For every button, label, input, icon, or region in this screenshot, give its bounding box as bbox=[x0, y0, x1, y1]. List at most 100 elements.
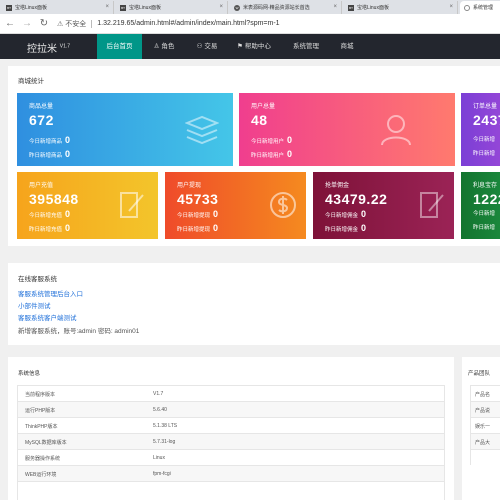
card-yesterday: 昨日新增商品 0 bbox=[29, 149, 71, 159]
browser-tab-title: 宝塔Linux面板 bbox=[357, 5, 389, 11]
team-panel: 产品团队 产品名 产品说 娱乐一 产品大 bbox=[462, 357, 500, 500]
card-value: 2437 bbox=[473, 112, 500, 128]
people-icon: ⚇ bbox=[196, 43, 203, 50]
browser-tab[interactable]: W 米表源码网-精品资源站长首选 × bbox=[230, 1, 342, 14]
sysinfo-table: 当前程序版本 V1.7 运行PHP版本 5.6.40 ThinkPHP版本 5.1.3… bbox=[17, 385, 445, 500]
row-key: 服务器操作系统 bbox=[25, 456, 61, 462]
layers-icon bbox=[185, 115, 219, 145]
divider bbox=[91, 19, 93, 28]
panel-title: 在线客服系统 bbox=[18, 276, 57, 283]
table-row: 产品名 bbox=[471, 386, 500, 402]
table-row: 运行PHP版本 5.6.40 bbox=[18, 402, 444, 418]
stat-card-orders[interactable]: 订单总量 2437 今日新增 昨日新增 bbox=[461, 93, 500, 166]
browser-tab-title: 宝塔Linux面板 bbox=[15, 5, 47, 11]
table-row: WEB运行环境 fpm-fcgi bbox=[18, 466, 444, 482]
card-today: 今日新增提现 0 bbox=[177, 209, 219, 219]
close-icon[interactable]: × bbox=[219, 4, 223, 10]
forward-arrow-icon[interactable]: → bbox=[20, 18, 34, 29]
row-value: Linux bbox=[153, 455, 165, 461]
table-row: ThinkPHP版本 5.1.38 LTS bbox=[18, 418, 444, 434]
nav-label: 后台首页 bbox=[106, 43, 133, 50]
client-test-link[interactable]: 客服系统客户端测试 bbox=[18, 312, 77, 322]
row-key: ThinkPHP版本 bbox=[25, 424, 58, 430]
card-value: 45733 bbox=[177, 191, 219, 207]
row-key: 当前程序版本 bbox=[25, 392, 56, 398]
table-row: MySQL数据库版本 5.7.31-log bbox=[18, 434, 444, 450]
sysinfo-panel: 系统信息 当前程序版本 V1.7 运行PHP版本 5.6.40 ThinkPHP版本… bbox=[8, 357, 454, 500]
nav-label: 系统管理 bbox=[293, 43, 319, 50]
card-today: 今日新增充值 0 bbox=[29, 209, 71, 219]
close-icon[interactable]: × bbox=[333, 4, 337, 10]
support-credentials-text: 新增客服系统，账号:admin 密码: admin01 bbox=[18, 328, 140, 335]
nav-item-mall[interactable]: 商城 bbox=[330, 34, 364, 59]
card-today: 今日新增佣金 0 bbox=[325, 209, 367, 219]
nav-label: 交易 bbox=[204, 43, 218, 50]
url-field[interactable]: ⚠ 不安全 1.32.219.65/admin.html#/admin/inde… bbox=[57, 17, 494, 30]
edit-icon bbox=[120, 192, 144, 218]
browser-tab-title: 米表源码网-精品资源站长首选 bbox=[243, 5, 310, 11]
browser-tab-bar: BT 宝塔Linux面板 × BT 宝塔Linux面板 × W 米表源码网-精品… bbox=[0, 0, 500, 14]
row-key: 产品说 bbox=[475, 408, 491, 414]
row-value: 5.6.40 bbox=[153, 407, 167, 413]
card-value: 48 bbox=[251, 112, 268, 128]
flag-icon: ⚑ bbox=[237, 43, 243, 50]
wordpress-favicon-icon: W bbox=[234, 4, 240, 11]
panel-title: 商城统计 bbox=[18, 78, 44, 85]
nav-item-roles[interactable]: ♙ 角色 bbox=[142, 34, 186, 59]
table-row: 产品说 bbox=[471, 402, 500, 418]
widget-test-link[interactable]: 小部件测试 bbox=[18, 300, 51, 310]
brand-logo[interactable]: 控拉米 V1.7 bbox=[27, 40, 70, 55]
browser-tab-title: 宝塔Linux面板 bbox=[129, 5, 161, 11]
nav-item-system[interactable]: 系统管理 bbox=[284, 34, 328, 59]
stat-card-users[interactable]: 用户总量 48 今日新增用户 0 昨日新增用户 0 bbox=[239, 93, 455, 166]
url-text: 1.32.219.65/admin.html#/admin/index/main… bbox=[97, 20, 280, 27]
browser-tab[interactable]: BT 宝塔Linux面板 × bbox=[116, 1, 228, 14]
card-yesterday: 昨日新增充值 0 bbox=[29, 223, 71, 233]
dollar-icon bbox=[270, 192, 296, 218]
table-row: 当前程序版本 V1.7 bbox=[18, 386, 444, 402]
row-value: V1.7 bbox=[153, 391, 164, 397]
close-icon[interactable]: × bbox=[449, 4, 453, 10]
card-today: 今日新增 bbox=[473, 211, 496, 217]
nav-item-home[interactable]: 后台首页 bbox=[97, 34, 142, 59]
row-value: 5.1.38 LTS bbox=[153, 423, 178, 429]
support-admin-link[interactable]: 客服系统管理后台入口 bbox=[18, 288, 83, 298]
stat-card-interest[interactable]: 利息宝存 1222 今日新增 昨日新增 bbox=[461, 172, 500, 239]
globe-favicon-icon bbox=[464, 4, 470, 11]
row-key: 运行PHP版本 bbox=[25, 408, 56, 414]
row-value: 5.7.31-log bbox=[153, 439, 176, 445]
card-today: 今日新增 bbox=[473, 137, 496, 143]
stat-card-commission[interactable]: 抢单佣金 43479.22 今日新增佣金 0 昨日新增佣金 0 bbox=[313, 172, 454, 239]
card-yesterday: 昨日新增佣金 0 bbox=[325, 223, 367, 233]
stat-card-recharge[interactable]: 用户充值 395848 今日新增充值 0 昨日新增充值 0 bbox=[17, 172, 158, 239]
close-icon[interactable]: × bbox=[105, 4, 109, 10]
support-panel: 在线客服系统 客服系统管理后台入口 小部件测试 客服系统客户端测试 新增客服系统… bbox=[8, 263, 500, 345]
admin-top-nav: 控拉米 V1.7 后台首页 ♙ 角色 ⚇ 交易 ⚑ 帮助中心 系统管理 商城 bbox=[0, 34, 500, 59]
card-label: 用户提现 bbox=[177, 183, 202, 189]
card-value: 672 bbox=[29, 112, 54, 128]
table-row: 产品大 bbox=[471, 434, 500, 450]
browser-tab-title: 系统管理 bbox=[473, 5, 494, 11]
card-value: 43479.22 bbox=[325, 191, 388, 207]
card-value: 395848 bbox=[29, 191, 79, 207]
card-label: 商品总量 bbox=[29, 104, 54, 110]
stat-card-products[interactable]: 商品总量 672 今日新增商品 0 昨日新增商品 0 bbox=[17, 93, 233, 166]
card-label: 订单总量 bbox=[473, 104, 498, 110]
card-value: 1222 bbox=[473, 191, 500, 207]
nav-item-help[interactable]: ⚑ 帮助中心 bbox=[228, 34, 280, 59]
browser-tab-active[interactable]: 系统管理 bbox=[460, 1, 500, 14]
card-yesterday: 昨日新增 bbox=[473, 151, 496, 157]
panel-title: 系统信息 bbox=[18, 371, 41, 377]
card-yesterday: 昨日新增用户 0 bbox=[251, 149, 293, 159]
browser-tab[interactable]: BT 宝塔Linux面板 × bbox=[2, 1, 114, 14]
team-table: 产品名 产品说 娱乐一 产品大 bbox=[470, 385, 500, 465]
nav-item-trade[interactable]: ⚇ 交易 bbox=[186, 34, 228, 59]
bt-favicon-icon: BT bbox=[6, 4, 12, 11]
stat-card-withdraw[interactable]: 用户提现 45733 今日新增提现 0 昨日新增提现 0 bbox=[165, 172, 306, 239]
reload-icon[interactable]: ↻ bbox=[37, 18, 51, 29]
back-arrow-icon[interactable]: ← bbox=[3, 18, 17, 29]
browser-tab[interactable]: BT 宝塔Linux面板 × bbox=[344, 1, 458, 14]
nav-label: 角色 bbox=[161, 43, 175, 50]
table-row: 娱乐一 bbox=[471, 418, 500, 434]
brand-version: V1.7 bbox=[59, 43, 71, 50]
